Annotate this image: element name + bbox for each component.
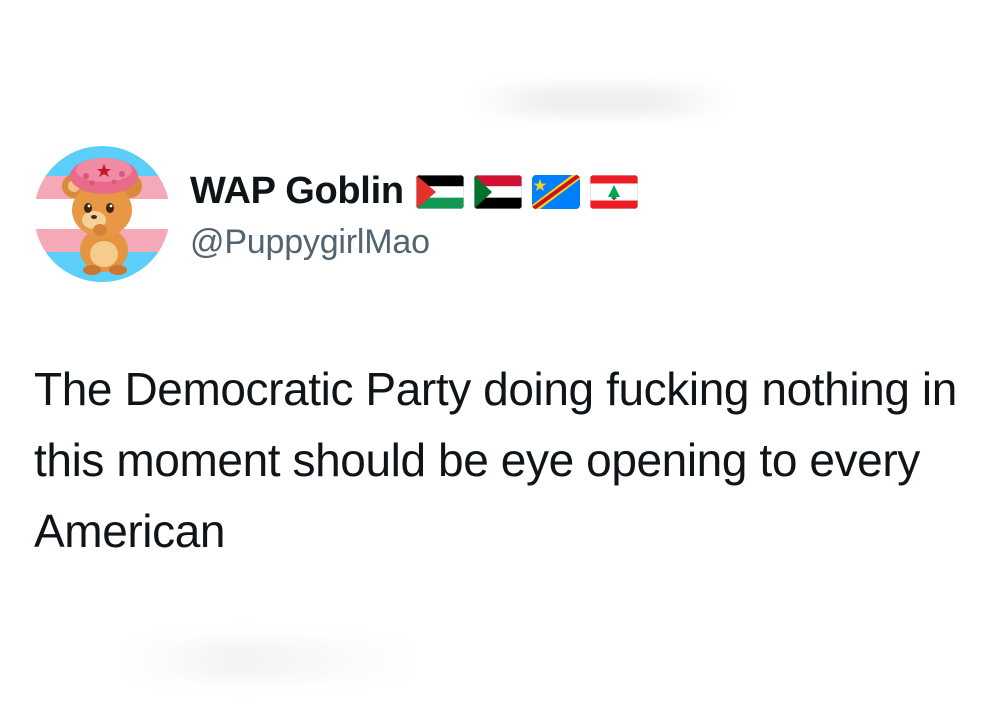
tweet-text: The Democratic Party doing fucking nothi… <box>34 363 957 557</box>
flag-emojis <box>415 174 648 209</box>
dr-congo-flag-icon <box>531 174 580 209</box>
user-handle[interactable]: @PuppygirlMao <box>190 223 648 262</box>
faded-background-text <box>470 86 730 116</box>
lebanon-flag-icon <box>589 174 638 209</box>
sudan-flag-icon <box>473 174 522 209</box>
tweet-header: WAP Goblin @PuppygirlMao <box>34 146 648 282</box>
display-name[interactable]: WAP Goblin <box>190 170 404 213</box>
palestine-flag-icon <box>415 174 464 209</box>
name-row: WAP Goblin <box>190 167 648 217</box>
user-meta: WAP Goblin @PuppygirlMao <box>190 167 648 262</box>
bear-avatar-icon <box>34 146 170 282</box>
avatar[interactable] <box>34 146 170 282</box>
faded-background-text <box>120 640 420 680</box>
